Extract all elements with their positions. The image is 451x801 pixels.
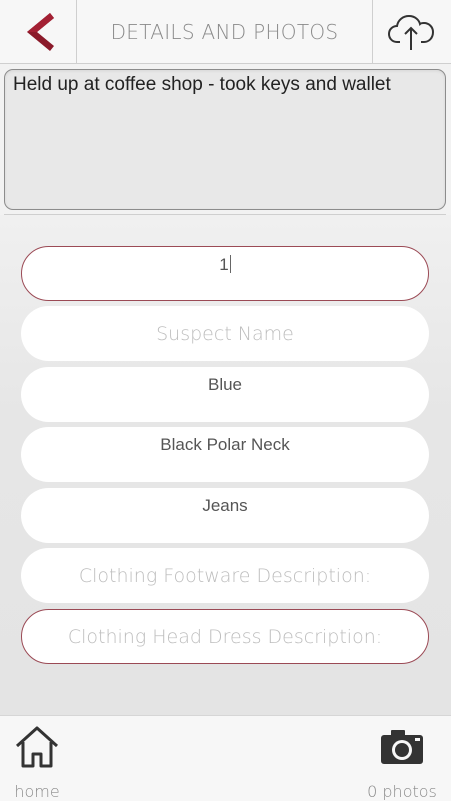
home-icon: [15, 726, 59, 768]
header-bar: DETAILS AND PHOTOS: [0, 0, 451, 64]
head-dress-description-input[interactable]: Clothing Head Dress Description:: [21, 609, 429, 664]
cloud-upload-icon: [387, 14, 435, 50]
field-4-input[interactable]: Black Polar Neck: [21, 427, 429, 482]
upload-button[interactable]: [372, 0, 451, 63]
details-textarea[interactable]: Held up at coffee shop - took keys and w…: [4, 69, 446, 210]
camera-icon: [381, 730, 423, 764]
photos-count-label: 0 photos: [367, 782, 437, 801]
photos-button[interactable]: 0 photos: [363, 724, 441, 801]
field-3-input[interactable]: Blue: [21, 367, 429, 422]
chevron-left-icon: [27, 12, 54, 51]
home-label: home: [14, 782, 60, 801]
back-button[interactable]: [0, 0, 77, 63]
home-button[interactable]: home: [12, 724, 62, 801]
suspect-form: 1 Suspect Name Blue Black Polar Neck Jea…: [0, 215, 451, 715]
suspect-name-input[interactable]: Suspect Name: [21, 306, 429, 361]
bottom-bar: home 0 photos: [0, 715, 451, 801]
field-5-input[interactable]: Jeans: [21, 488, 429, 543]
footwear-description-input[interactable]: Clothing Footware Description:: [21, 548, 429, 603]
field-1-value: 1: [219, 255, 229, 274]
field-1-input[interactable]: 1: [21, 246, 429, 301]
page-title: DETAILS AND PHOTOS: [110, 19, 339, 44]
text-caret: [229, 255, 231, 273]
